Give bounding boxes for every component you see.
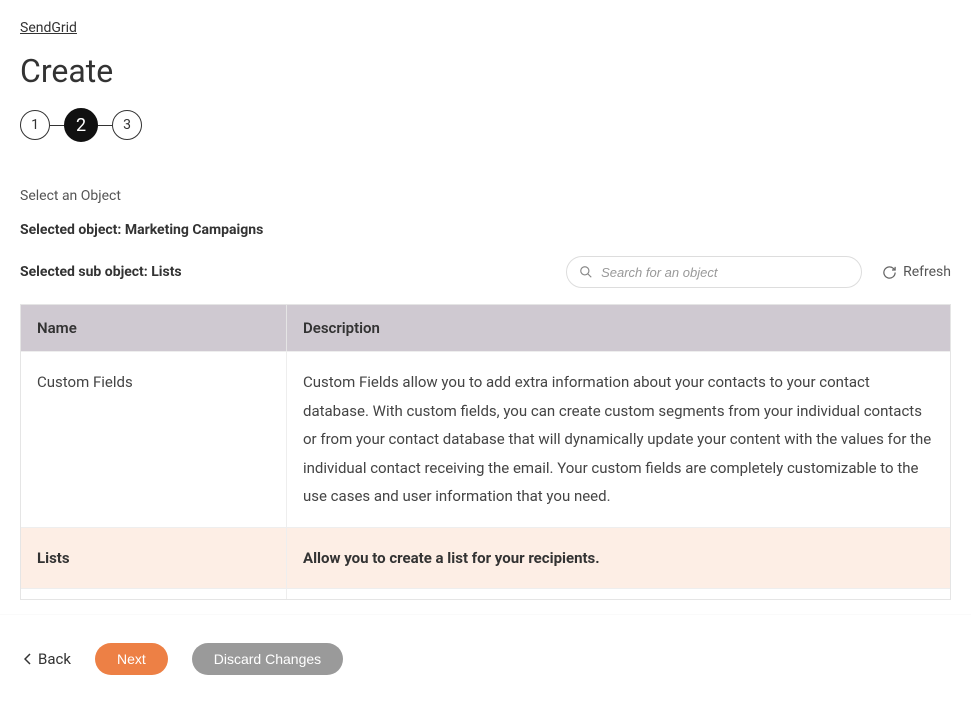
stepper: 1 2 3: [20, 108, 951, 142]
selected-sub-object: Selected sub object: Lists: [20, 264, 182, 280]
table-body[interactable]: Custom Fields Custom Fields allow you to…: [21, 351, 950, 599]
refresh-icon: [882, 265, 897, 280]
row-name: Custom Fields: [21, 352, 287, 527]
search-input[interactable]: [601, 265, 849, 280]
step-3[interactable]: 3: [112, 110, 142, 140]
back-button[interactable]: Back: [24, 650, 71, 668]
row-name: Segmenting Contacts: [21, 589, 287, 599]
footer: Back Next Discard Changes: [0, 615, 971, 701]
row-description: Allow you to create a list for your reci…: [287, 528, 950, 589]
row-description: Custom Fields allow you to add extra inf…: [287, 352, 950, 527]
back-label: Back: [38, 650, 71, 668]
page-title: Create: [20, 52, 951, 90]
col-name: Name: [21, 305, 287, 351]
table-row[interactable]: Lists Allow you to create a list for you…: [21, 527, 950, 589]
object-table: Name Description Custom Fields Custom Fi…: [20, 304, 951, 600]
step-2[interactable]: 2: [64, 108, 98, 142]
next-button[interactable]: Next: [95, 643, 168, 675]
row-name: Lists: [21, 528, 287, 589]
section-label: Select an Object: [20, 188, 951, 204]
chevron-left-icon: [24, 653, 32, 665]
table-header: Name Description: [21, 305, 950, 351]
step-separator: [98, 125, 112, 126]
table-row[interactable]: Segmenting Contacts Segments are similar…: [21, 588, 950, 599]
step-1[interactable]: 1: [20, 110, 50, 140]
step-separator: [50, 125, 64, 126]
refresh-button[interactable]: Refresh: [882, 264, 951, 280]
row-description: Segments are similar to contact lists, e…: [287, 589, 950, 599]
selected-object: Selected object: Marketing Campaigns: [20, 222, 951, 238]
search-box[interactable]: [566, 256, 862, 288]
col-description: Description: [287, 305, 950, 351]
discard-button[interactable]: Discard Changes: [192, 643, 343, 675]
table-row[interactable]: Custom Fields Custom Fields allow you to…: [21, 351, 950, 527]
refresh-label: Refresh: [903, 264, 951, 280]
search-icon: [579, 265, 593, 279]
breadcrumb[interactable]: SendGrid: [20, 20, 951, 36]
